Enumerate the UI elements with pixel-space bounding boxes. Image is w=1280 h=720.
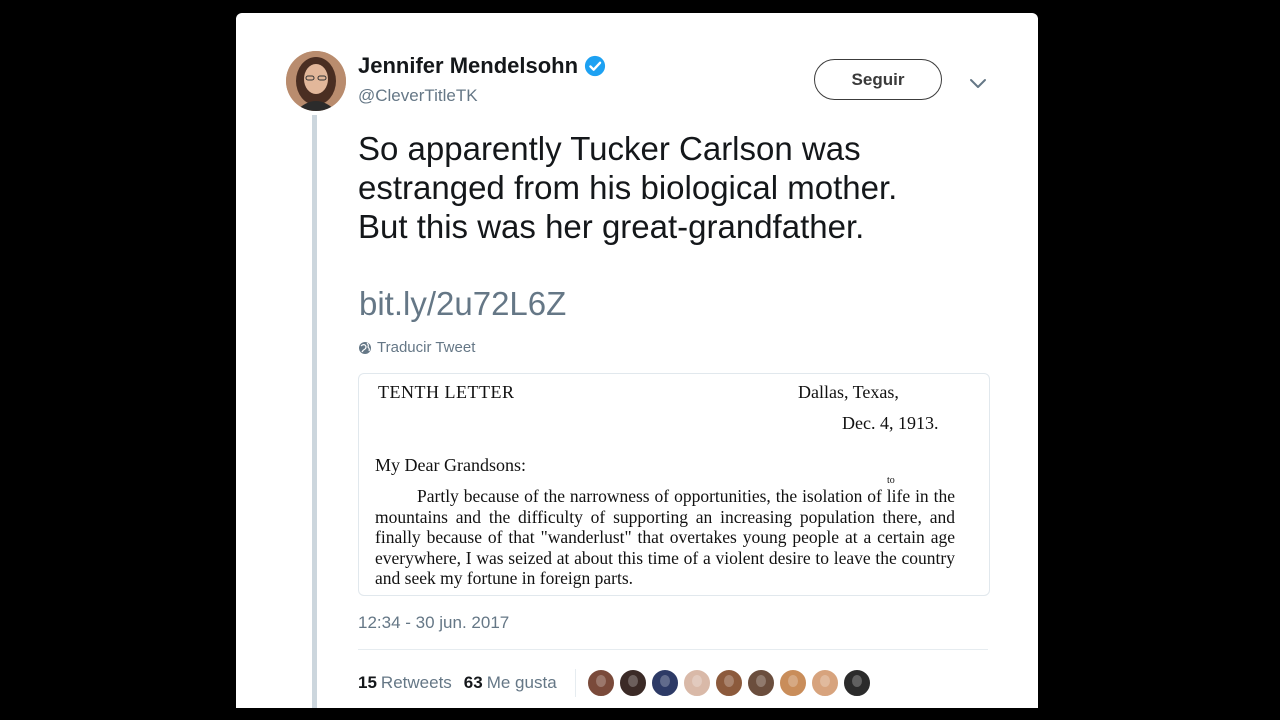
tweet-timestamp[interactable]: 12:34 - 30 jun. 2017 (358, 613, 509, 633)
thread-line (312, 115, 317, 708)
liker-avatar[interactable] (681, 668, 712, 698)
likers-avatars (585, 668, 874, 698)
verified-badge-icon (584, 55, 606, 77)
letter-handwritten-insert: to (887, 475, 895, 486)
author-row: Jennifer Mendelsohn (358, 53, 606, 79)
author-name[interactable]: Jennifer Mendelsohn (358, 53, 578, 79)
stats-separator (574, 669, 576, 697)
letter-salutation: My Dear Grandsons: (375, 455, 526, 475)
tweet-text-line: estranged from his biological mother. (358, 169, 898, 206)
liker-avatar[interactable] (713, 668, 744, 698)
retweets-label: Retweets (380, 673, 452, 692)
tweet-text-line: So apparently Tucker Carlson was (358, 130, 861, 167)
retweets-stat[interactable]: 15 Retweets (358, 673, 452, 693)
tweet-text: So apparently Tucker Carlson was estrang… (358, 129, 1018, 246)
liker-avatar[interactable] (777, 668, 808, 698)
chevron-down-icon[interactable] (966, 71, 990, 95)
translate-tweet-link[interactable]: Traducir Tweet (358, 339, 475, 356)
liker-avatar[interactable] (809, 668, 840, 698)
likes-stat[interactable]: 63 Me gusta (464, 673, 557, 693)
tweet-text-line: But this was her great-grandfather. (358, 208, 865, 245)
translate-label: Traducir Tweet (377, 339, 476, 356)
retweets-count: 15 (358, 673, 377, 692)
globe-icon (359, 341, 371, 354)
liker-avatar[interactable] (745, 668, 776, 698)
liker-avatar[interactable] (649, 668, 680, 698)
tweet-stats: 15 Retweets 63 Me gusta (358, 668, 874, 698)
letter-title: TENTH LETTER (378, 382, 515, 402)
letter-place: Dallas, Texas, (798, 382, 899, 402)
author-handle[interactable]: @CleverTitleTK (358, 86, 478, 106)
liker-avatar[interactable] (617, 668, 648, 698)
avatar[interactable] (286, 51, 346, 111)
liker-avatar[interactable] (841, 668, 872, 698)
follow-button[interactable]: Seguir (814, 59, 942, 100)
divider (358, 649, 988, 650)
letter-body: Partly because of the narrowness of oppo… (375, 486, 955, 589)
liker-avatar[interactable] (585, 668, 616, 698)
tweet-link[interactable]: bit.ly/2u72L6Z (359, 285, 566, 323)
letter-image[interactable]: TENTH LETTER Dallas, Texas, Dec. 4, 1913… (358, 373, 990, 596)
letter-paragraph: Partly because of the narrowness of oppo… (375, 486, 955, 588)
letter-date: Dec. 4, 1913. (842, 413, 939, 433)
tweet-card: Jennifer Mendelsohn @CleverTitleTK Segui… (236, 13, 1038, 708)
likes-label: Me gusta (486, 673, 557, 692)
likes-count: 63 (463, 673, 483, 692)
